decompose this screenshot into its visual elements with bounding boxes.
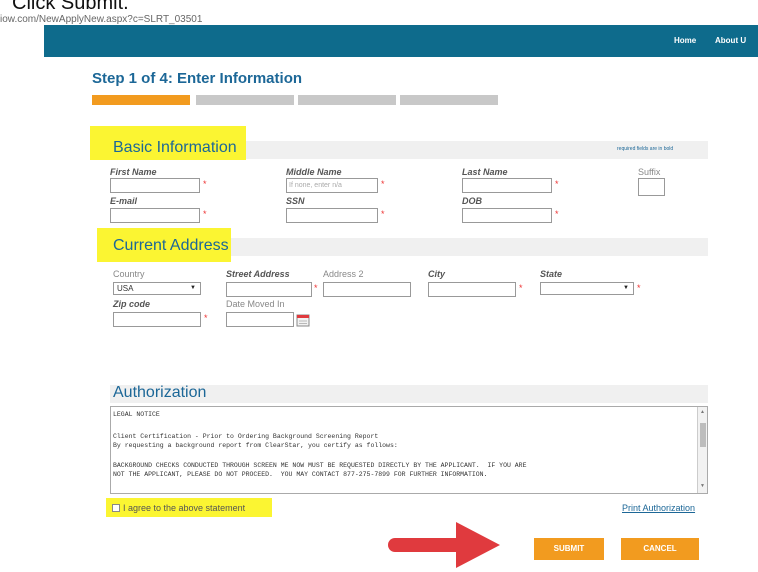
email-field[interactable] <box>110 208 200 223</box>
city-field[interactable] <box>428 282 516 297</box>
required-fields-note: required fields are in bold <box>617 146 674 152</box>
authorization-title: Authorization <box>113 384 207 401</box>
dropdown-arrow-icon: ▼ <box>623 285 629 291</box>
suffix-field[interactable] <box>638 178 665 196</box>
legal-line: NOT THE APPLICANT, PLEASE DO NOT PROCEED… <box>113 471 488 478</box>
browser-url[interactable]: iow.com/NewApplyNew.aspx?c=SLRT_03501 <box>0 14 202 25</box>
country-select[interactable]: USA ▼ <box>113 282 201 295</box>
required-marker: * <box>203 179 207 189</box>
agree-label: I agree to the above statement <box>123 503 246 513</box>
state-select[interactable]: ▼ <box>540 282 634 295</box>
dob-label: DOB <box>462 196 482 206</box>
scroll-down-arrow-icon[interactable]: ▼ <box>700 483 705 489</box>
step-indicator-3 <box>298 95 396 105</box>
step-indicator-2 <box>196 95 294 105</box>
required-marker: * <box>555 179 559 189</box>
required-marker: * <box>203 209 207 219</box>
state-label: State <box>540 269 563 279</box>
scrollbar-thumb[interactable] <box>700 423 706 447</box>
basic-info-title: Basic Information <box>113 139 237 156</box>
ssn-label: SSN <box>286 196 305 206</box>
zip-code-field[interactable] <box>113 312 201 327</box>
last-name-field[interactable] <box>462 178 552 193</box>
required-marker: * <box>555 209 559 219</box>
city-label: City <box>428 269 446 279</box>
street-address-label: Street Address <box>226 269 290 279</box>
step-indicator-1 <box>92 95 190 105</box>
submit-button[interactable]: SUBMIT <box>534 538 604 560</box>
calendar-icon[interactable] <box>296 313 310 327</box>
first-name-label: First Name <box>110 167 157 177</box>
required-marker: * <box>204 313 208 323</box>
instruction-caption: Click Submit. <box>12 0 129 14</box>
middle-name-field[interactable]: If none, enter n/a <box>286 178 378 193</box>
country-label: Country <box>113 269 145 279</box>
red-arrow-icon <box>388 522 500 568</box>
middle-name-label: Middle Name <box>286 167 342 177</box>
date-moved-in-field[interactable] <box>226 312 294 327</box>
step-indicator-4 <box>400 95 498 105</box>
zip-code-label: Zip code <box>113 299 151 309</box>
nav-about-link[interactable]: About U <box>715 36 746 45</box>
suffix-label: Suffix <box>638 167 661 177</box>
address-2-field[interactable] <box>323 282 411 297</box>
first-name-field[interactable] <box>110 178 200 193</box>
required-marker: * <box>637 283 641 293</box>
required-marker: * <box>314 283 318 293</box>
current-address-title: Current Address <box>113 237 229 254</box>
legal-line: By requesting a background report from C… <box>113 442 398 449</box>
top-navbar: Home About U <box>44 25 758 57</box>
legal-scrollbar[interactable]: ▲ ▼ <box>697 407 707 493</box>
legal-line: BACKGROUND CHECKS CONDUCTED THROUGH SCRE… <box>113 462 527 469</box>
dropdown-arrow-icon: ▼ <box>190 285 196 291</box>
legal-line: Client Certification - Prior to Ordering… <box>113 433 379 440</box>
required-marker: * <box>381 179 385 189</box>
required-marker: * <box>381 209 385 219</box>
agree-row[interactable]: I agree to the above statement <box>112 503 245 513</box>
street-address-field[interactable] <box>226 282 312 297</box>
agree-checkbox[interactable] <box>112 504 120 512</box>
dob-field[interactable] <box>462 208 552 223</box>
step-title: Step 1 of 4: Enter Information <box>92 70 303 87</box>
required-marker: * <box>519 283 523 293</box>
ssn-field[interactable] <box>286 208 378 223</box>
print-authorization-link[interactable]: Print Authorization <box>622 503 695 513</box>
legal-line: LEGAL NOTICE <box>113 411 160 418</box>
country-value: USA <box>117 284 134 293</box>
scroll-up-arrow-icon[interactable]: ▲ <box>700 409 705 415</box>
email-label: E-mail <box>110 196 138 206</box>
address-2-label: Address 2 <box>323 269 364 279</box>
cancel-button[interactable]: CANCEL <box>621 538 699 560</box>
nav-home-link[interactable]: Home <box>674 36 696 45</box>
date-moved-in-label: Date Moved In <box>226 299 285 309</box>
last-name-label: Last Name <box>462 167 508 177</box>
legal-notice-textarea[interactable]: LEGAL NOTICE Client Certification - Prio… <box>110 406 708 494</box>
